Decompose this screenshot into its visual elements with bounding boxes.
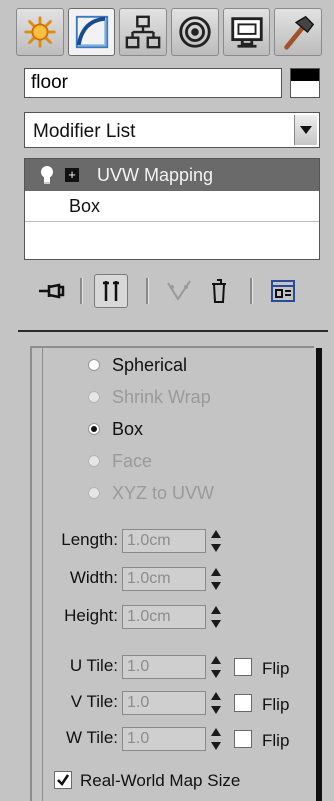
stack-item-label: Box — [69, 196, 101, 216]
pin-icon — [39, 283, 65, 299]
tab-modify[interactable] — [67, 8, 116, 56]
stack-item-uvw-mapping[interactable]: + UVW Mapping — [25, 159, 319, 191]
radio-button[interactable] — [88, 423, 100, 435]
w-tile-field[interactable] — [122, 727, 206, 751]
panel-scrollbar[interactable] — [316, 348, 322, 801]
tab-create[interactable] — [16, 8, 64, 56]
chevron-down-icon[interactable] — [294, 115, 317, 145]
v-tile-field[interactable] — [122, 691, 206, 715]
panel-divider — [18, 330, 328, 332]
toolbar-divider — [146, 278, 149, 304]
radio-box[interactable]: Box — [88, 416, 143, 442]
motion-icon — [179, 16, 211, 48]
v-flip-label: Flip — [262, 695, 290, 714]
length-field[interactable] — [122, 529, 206, 553]
sun-icon — [24, 16, 56, 48]
end-result-icon — [103, 281, 119, 301]
lightbulb-icon[interactable] — [39, 165, 55, 190]
u-tile-field[interactable] — [122, 655, 206, 679]
height-field[interactable] — [122, 605, 206, 629]
u-flip-checkbox[interactable] — [234, 658, 252, 676]
object-color-swatch[interactable] — [290, 68, 320, 98]
modifier-list-dropdown[interactable]: Modifier List — [24, 112, 320, 148]
curve-icon — [75, 15, 108, 49]
length-spinner[interactable] — [208, 528, 224, 554]
width-spinner[interactable] — [208, 566, 224, 592]
stack-toolbar — [24, 272, 320, 312]
radio-label: Shrink Wrap — [112, 386, 211, 407]
checkmark-icon — [57, 774, 70, 786]
length-label: Length: — [61, 530, 118, 549]
radio-label: XYZ to UVW — [112, 482, 215, 503]
configure-icon — [271, 280, 295, 302]
make-unique-button[interactable] — [162, 274, 196, 308]
trash-icon — [212, 279, 226, 303]
v-flip-checkbox[interactable] — [234, 694, 252, 712]
remove-modifier-button[interactable] — [202, 274, 236, 308]
radio-label: Face — [112, 450, 153, 471]
u-tile-label: U Tile: — [69, 656, 118, 675]
w-tile-label: W Tile: — [66, 728, 118, 747]
pin-stack-button[interactable] — [34, 274, 68, 308]
radio-label: Spherical — [112, 354, 188, 375]
hierarchy-icon — [125, 15, 161, 49]
v-tile-spinner[interactable] — [208, 690, 224, 716]
monitor-icon — [230, 17, 263, 48]
u-tile-spinner[interactable] — [208, 654, 224, 680]
radio-label: Box — [112, 418, 144, 439]
w-flip-label: Flip — [262, 731, 290, 750]
tab-utilities[interactable] — [274, 8, 323, 56]
command-panel-tabs — [16, 8, 323, 60]
make-unique-icon — [167, 280, 191, 301]
stack-item-label: UVW Mapping — [97, 165, 214, 185]
radio-button[interactable] — [88, 359, 100, 371]
u-flip-label: Flip — [262, 659, 290, 678]
real-world-map-size-label: Real-World Map Size — [80, 771, 241, 790]
w-flip-checkbox[interactable] — [234, 730, 252, 748]
height-label: Height: — [64, 606, 118, 625]
color-swatch-fill — [291, 69, 319, 81]
radio-xyz-to-uvw[interactable]: XYZ to UVW — [88, 480, 214, 506]
width-label: Width: — [69, 568, 118, 587]
configure-sets-button[interactable] — [266, 274, 300, 308]
height-spinner[interactable] — [208, 604, 224, 630]
v-tile-label: V Tile: — [70, 692, 118, 711]
toolbar-divider — [250, 278, 253, 304]
show-end-result-button[interactable] — [94, 274, 128, 308]
w-tile-spinner[interactable] — [208, 726, 224, 752]
stack-item-box[interactable]: Box — [25, 192, 319, 222]
object-name-field[interactable] — [24, 68, 282, 98]
radio-button[interactable] — [88, 391, 100, 403]
tab-display[interactable] — [222, 8, 271, 56]
real-world-map-size-checkbox[interactable] — [54, 771, 72, 789]
width-field[interactable] — [122, 567, 206, 591]
toolbar-divider — [80, 278, 83, 304]
tab-hierarchy[interactable] — [119, 8, 168, 56]
radio-face[interactable]: Face — [88, 448, 152, 474]
tab-motion[interactable] — [171, 8, 219, 56]
radio-shrink-wrap[interactable]: Shrink Wrap — [88, 384, 211, 410]
radio-button[interactable] — [88, 487, 100, 499]
radio-spherical[interactable]: Spherical — [88, 352, 187, 378]
modifier-list-label: Modifier List — [33, 121, 136, 142]
modifier-stack: + UVW Mapping Box — [24, 158, 320, 260]
expand-icon[interactable]: + — [65, 168, 79, 182]
radio-button[interactable] — [88, 455, 100, 467]
hammer-icon — [284, 15, 315, 50]
